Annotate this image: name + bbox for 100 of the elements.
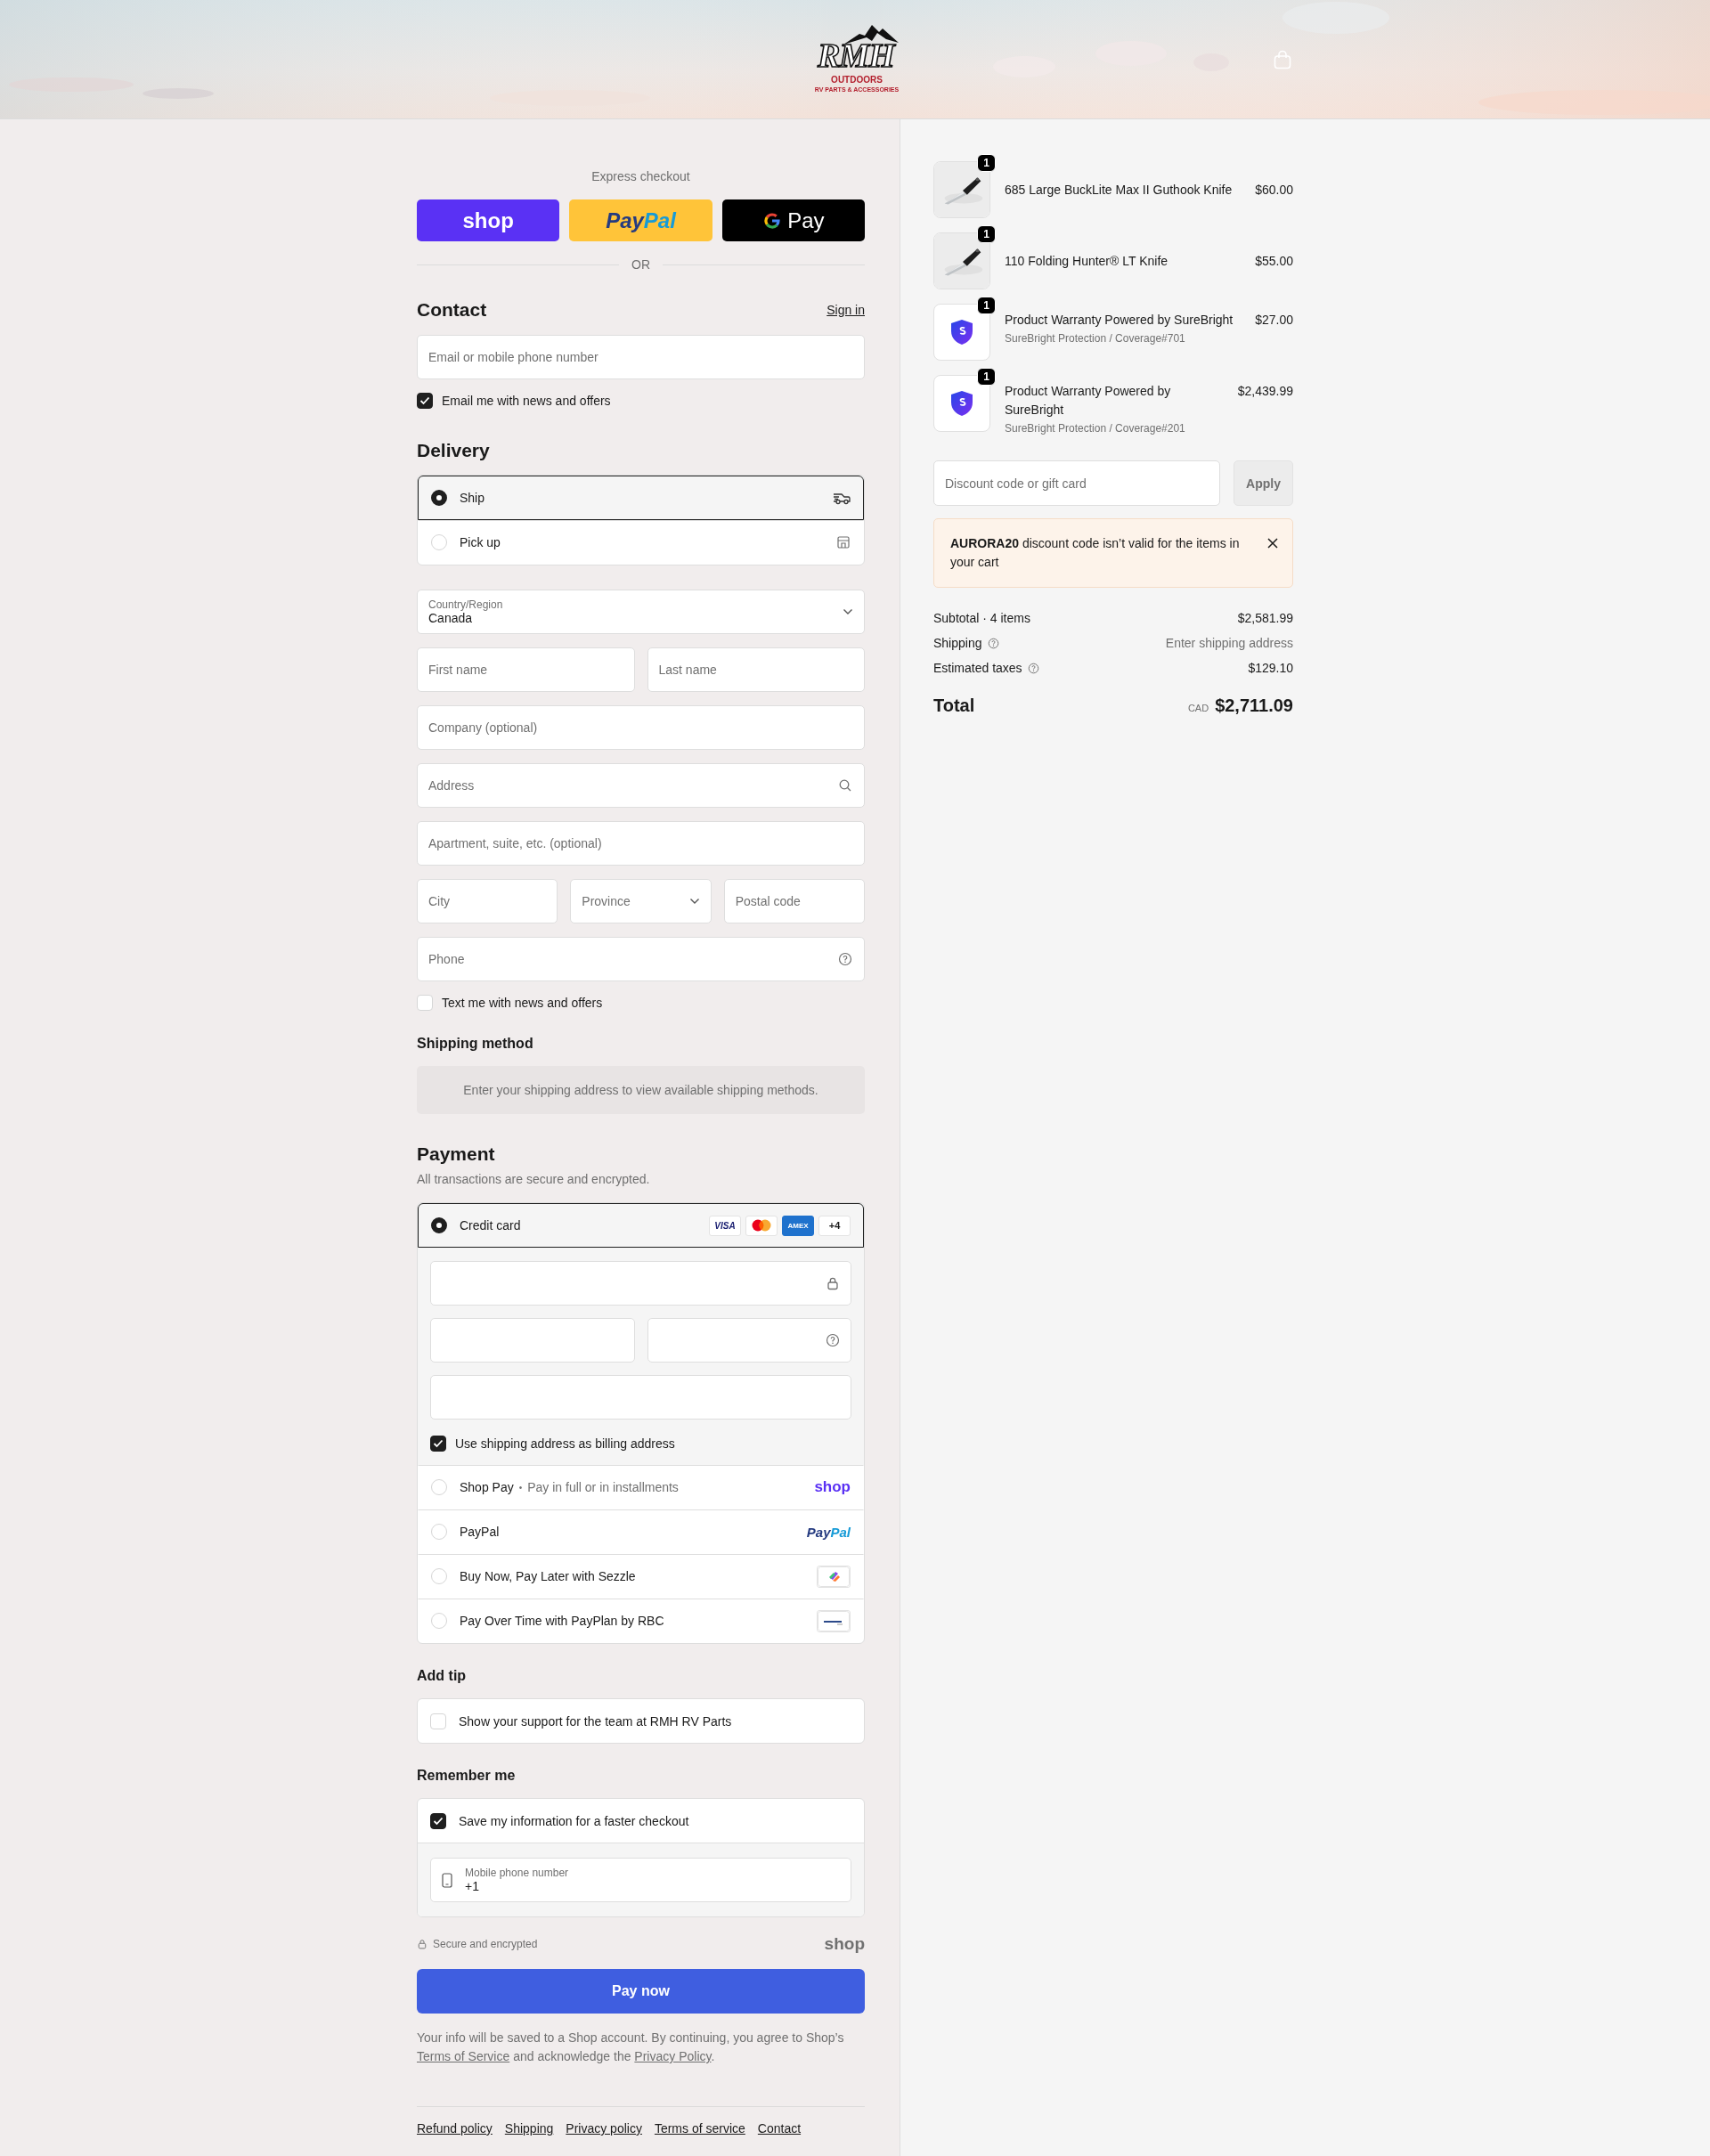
item-price: $27.00: [1255, 312, 1293, 329]
phone-field[interactable]: Mobile phone number +1: [430, 1858, 851, 1902]
sezzle-icon: [817, 1565, 851, 1588]
help-icon: [987, 637, 999, 649]
field-label: Mobile phone number: [465, 1866, 570, 1879]
summary-label: Subtotal · 4 items: [933, 611, 1030, 625]
currency-code: CAD: [1187, 703, 1209, 713]
input-field[interactable]: [430, 1375, 851, 1420]
quantity-badge: 1: [977, 297, 996, 314]
input-field[interactable]: [647, 1318, 851, 1363]
radio-button[interactable]: [431, 1217, 447, 1233]
input-field[interactable]: [430, 1318, 635, 1363]
option-label: Buy Now, Pay Later with Sezzle: [460, 1569, 636, 1583]
field-label: Country/Region: [428, 598, 504, 611]
visa-logo: VISA: [709, 1215, 741, 1236]
input-field[interactable]: Address: [417, 763, 865, 808]
input-field[interactable]: Phone: [417, 937, 865, 981]
summary-value: $2,581.99: [1237, 611, 1293, 625]
item-detail: SureBright Protection / Coverage#201: [1005, 422, 1186, 435]
google-g-icon: [762, 210, 783, 231]
separator-dot: •: [518, 1482, 523, 1493]
help-icon: [838, 952, 852, 966]
payment-option[interactable]: Buy Now, Pay Later with Sezzle: [418, 1554, 864, 1599]
option-label: Ship: [460, 491, 486, 505]
item-price: $2,439.99: [1237, 383, 1293, 400]
sign-in-link[interactable]: Sign in: [826, 303, 865, 317]
logo-text: OUTDOORS: [830, 75, 884, 85]
truck-icon: [833, 491, 851, 505]
option-label: Pick up: [460, 535, 501, 549]
chevron-down-icon: [688, 898, 700, 905]
shopping-bag-icon[interactable]: [1274, 50, 1291, 69]
section-title: Remember me: [417, 1767, 517, 1785]
input-field[interactable]: Last name: [647, 647, 865, 692]
input-field[interactable]: City: [417, 879, 558, 923]
delivery-option[interactable]: Ship: [418, 476, 864, 520]
quantity-badge: 1: [977, 225, 996, 243]
checkmark-icon: [433, 1439, 444, 1448]
item-price: $55.00: [1255, 252, 1293, 270]
shipping-method-notice: Enter your shipping address to view available shipping methods.: [417, 1066, 865, 1114]
apply-button[interactable]: Apply: [1234, 460, 1293, 506]
secure-note: Secure and encrypted: [433, 1938, 538, 1950]
shop-logo: shop: [824, 1934, 865, 1954]
paypal-button[interactable]: PayPal: [569, 199, 712, 241]
footer-link[interactable]: Refund policy: [417, 2121, 493, 2136]
input-field[interactable]: First name: [417, 647, 635, 692]
checkbox[interactable]: [430, 1812, 446, 1829]
legal-text: Your info will be saved to a Shop account. By continuing, you agree to Shop’s Terms of Service and acknowledge the Privacy Policy.: [417, 2030, 845, 2065]
total-amount: $2,711.09: [1215, 696, 1293, 716]
payment-option[interactable]: PayPal PayPal: [418, 1509, 864, 1554]
input-field[interactable]: Postal code: [723, 879, 865, 923]
checkbox-label: Use shipping address as billing address: [455, 1436, 675, 1451]
shop-logo: shop: [814, 1478, 851, 1496]
shop-pay-button[interactable]: shop: [417, 199, 560, 241]
footer-link[interactable]: Contact: [757, 2121, 802, 2136]
checkmark-icon: [419, 396, 430, 405]
checkbox[interactable]: [430, 1436, 446, 1452]
logo-wordmark: RMH: [818, 36, 894, 75]
field-value: +1: [465, 1878, 480, 1894]
option-label: Pay Over Time with PayPlan by RBC: [460, 1614, 664, 1628]
summary-label: Estimated taxes: [933, 661, 1022, 675]
checkbox-label: Text me with news and offers: [442, 996, 603, 1010]
payment-option[interactable]: Pay Over Time with PayPlan by RBC: [418, 1599, 864, 1643]
item-price: $60.00: [1255, 181, 1293, 199]
radio-button[interactable]: [431, 490, 447, 506]
payment-option[interactable]: Shop Pay • Pay in full or in installments shop: [418, 1465, 864, 1509]
discount-field[interactable]: Discount code or gift card: [933, 460, 1220, 506]
option-label: PayPal: [460, 1525, 500, 1539]
quantity-badge: 1: [977, 154, 996, 172]
item-name: Product Warranty Powered by SureBright: [1005, 383, 1172, 419]
province-select[interactable]: Province: [570, 879, 712, 923]
field-value: Canada: [428, 610, 473, 626]
checkbox[interactable]: [417, 393, 433, 409]
paypal-logo: PayPal: [806, 1524, 851, 1540]
input-field[interactable]: [430, 1261, 851, 1306]
email-field[interactable]: Email or mobile phone number: [417, 335, 865, 379]
pay-now-button[interactable]: Pay now: [417, 1969, 865, 2014]
section-title: Shipping method: [417, 1035, 534, 1053]
footer-link[interactable]: Shipping: [504, 2121, 554, 2136]
input-field[interactable]: Company (optional): [417, 705, 865, 750]
legal-link[interactable]: Terms of Service: [417, 2049, 510, 2063]
amex-logo: AMEX: [782, 1215, 814, 1236]
lock-icon: [826, 1276, 840, 1290]
footer-link[interactable]: Privacy policy: [566, 2121, 642, 2136]
help-icon: [1027, 662, 1039, 674]
delivery-option[interactable]: Pick up: [418, 520, 864, 565]
google-pay-button[interactable]: Pay: [721, 199, 865, 241]
input-field[interactable]: Apartment, suite, etc. (optional): [417, 821, 865, 866]
separator-label: OR: [631, 257, 650, 272]
checkbox-label: Save my information for a faster checkout: [459, 1813, 689, 1828]
more-brands-badge: +4: [818, 1215, 851, 1236]
summary-label: Shipping: [933, 636, 982, 650]
shield-icon: [950, 319, 973, 346]
option-note: Pay in full or in installments: [527, 1480, 679, 1494]
checkmark-icon: [433, 1816, 444, 1826]
checkbox-label: Email me with news and offers: [442, 394, 611, 408]
alert-message: AURORA20 discount code isn’t valid for the items in your cart: [950, 535, 1241, 571]
footer-link[interactable]: Terms of service: [654, 2121, 745, 2136]
payment-option[interactable]: Credit card VISA AMEX +4: [418, 1203, 864, 1248]
section-subtitle: All transactions are secure and encrypted.: [417, 1172, 651, 1187]
country-select[interactable]: Country/Region Canada: [417, 590, 865, 634]
